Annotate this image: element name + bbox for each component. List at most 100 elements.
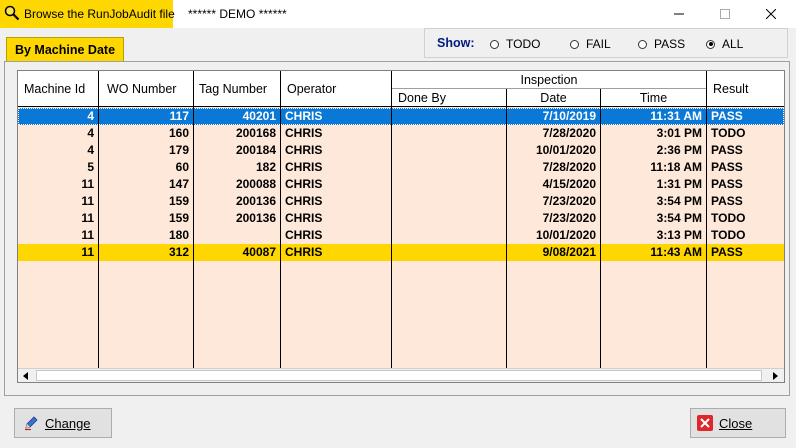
cell-wo-number: 312: [168, 245, 189, 259]
cell-result: TODO: [711, 126, 746, 140]
table-row[interactable]: 11 159 200136 CHRIS 7/23/2020 3:54 PM TODO: [18, 210, 784, 227]
table-row[interactable]: 11 312 40087 CHRIS 9/08/2021 11:43 AM PASS: [18, 244, 784, 261]
cell-result: PASS: [711, 160, 743, 174]
cell-machine-id: 11: [81, 211, 94, 225]
header-date[interactable]: Date: [507, 89, 600, 106]
cell-wo-number: 117: [169, 109, 189, 123]
cell-date: 10/01/2020: [535, 143, 596, 157]
cell-tag-number: [194, 227, 280, 244]
cell-time: 11:31 AM: [650, 109, 702, 123]
column-divider: [193, 71, 194, 369]
cell-done-by: [392, 142, 506, 159]
header-wo-number[interactable]: WO Number: [99, 71, 193, 106]
close-icon: [766, 9, 776, 19]
header-divider: [392, 88, 706, 89]
header-operator[interactable]: Operator: [281, 71, 391, 106]
cell-time: 3:01 PM: [656, 126, 702, 140]
radio-label: ALL: [722, 37, 744, 51]
cell-machine-id: 11: [81, 245, 94, 259]
table-row[interactable]: 4 117 40201 CHRIS 7/10/2019 11:31 AM PASS: [18, 108, 784, 125]
table-row[interactable]: 11 147 200088 CHRIS 4/15/2020 1:31 PM PASS: [18, 176, 784, 193]
radio-pass[interactable]: PASS: [638, 37, 685, 51]
header-bottom-line: [18, 106, 784, 107]
header-time[interactable]: Time: [601, 89, 706, 106]
cell-operator: CHRIS: [285, 126, 323, 140]
cell-operator: CHRIS: [285, 160, 323, 174]
radio-todo[interactable]: TODO: [490, 37, 540, 51]
cell-wo-number: 60: [175, 160, 189, 174]
pencil-icon: [23, 415, 39, 431]
header-inspection: Inspection: [392, 71, 706, 89]
scroll-left-button[interactable]: [18, 369, 34, 382]
close-window-button[interactable]: [748, 0, 794, 28]
table-row[interactable]: 11 180 CHRIS 10/01/2020 3:13 PM TODO: [18, 227, 784, 244]
change-label: Change: [45, 415, 91, 431]
show-label: Show:: [437, 36, 475, 50]
header-machine-id[interactable]: Machine Id: [18, 71, 98, 106]
cell-tag-number: 40087: [242, 245, 276, 259]
column-divider: [391, 71, 392, 369]
column-divider: [506, 89, 507, 369]
cell-machine-id: 4: [87, 143, 94, 157]
cell-result: TODO: [711, 211, 746, 225]
table-row[interactable]: 4 179 200184 CHRIS 10/01/2020 2:36 PM PASS: [18, 142, 784, 159]
table-row[interactable]: 4 160 200168 CHRIS 7/28/2020 3:01 PM TODO: [18, 125, 784, 142]
cell-date: 4/15/2020: [542, 177, 596, 191]
cell-operator: CHRIS: [285, 194, 323, 208]
maximize-button[interactable]: [702, 0, 748, 28]
cell-tag-number: 200168: [235, 126, 276, 140]
cell-tag-number: 200136: [235, 211, 276, 225]
maximize-icon: [720, 9, 730, 19]
cell-operator: CHRIS: [285, 211, 323, 225]
cell-tag-number: 200088: [235, 177, 276, 191]
radio-all[interactable]: ALL: [706, 37, 743, 51]
cell-result: PASS: [711, 109, 743, 123]
cell-done-by: [392, 108, 506, 125]
cell-operator: CHRIS: [285, 228, 323, 242]
radio-label: PASS: [654, 37, 686, 51]
cell-time: 3:54 PM: [656, 194, 702, 208]
radio-label: TODO: [506, 37, 541, 51]
tab-by-machine-date[interactable]: By Machine Date: [6, 37, 124, 61]
cell-time: 2:36 PM: [656, 143, 702, 157]
cell-date: 10/01/2020: [535, 228, 596, 242]
magnifier-icon: [4, 5, 20, 21]
table-row[interactable]: 11 159 200136 CHRIS 7/23/2020 3:54 PM PASS: [18, 193, 784, 210]
column-divider: [600, 89, 601, 369]
cell-machine-id: 11: [81, 194, 94, 208]
cell-operator: CHRIS: [285, 143, 323, 157]
cell-done-by: [392, 176, 506, 193]
minimize-button[interactable]: [656, 0, 702, 28]
cell-time: 11:18 AM: [650, 160, 702, 174]
data-grid[interactable]: Machine Id WO Number Tag Number Operator…: [17, 70, 785, 383]
horizontal-scrollbar[interactable]: [18, 368, 784, 382]
header-tag-number[interactable]: Tag Number: [194, 71, 280, 106]
cell-tag-number: 200136: [235, 194, 276, 208]
cell-done-by: [392, 193, 506, 210]
arrow-right-icon: [773, 372, 778, 380]
radio-fail[interactable]: FAIL: [570, 37, 611, 51]
cell-operator: CHRIS: [285, 177, 323, 191]
cell-operator: CHRIS: [285, 245, 323, 259]
scrollbar-thumb[interactable]: [36, 370, 762, 381]
cell-machine-id: 11: [81, 228, 94, 242]
cell-date: 7/28/2020: [542, 160, 596, 174]
cell-done-by: [392, 159, 506, 176]
scroll-right-button[interactable]: [768, 369, 784, 382]
header-done-by[interactable]: Done By: [392, 89, 506, 106]
cell-wo-number: 159: [168, 194, 189, 208]
radio-dot: [570, 39, 579, 49]
cell-operator: CHRIS: [285, 109, 323, 123]
change-button[interactable]: Change: [14, 408, 112, 438]
header-result[interactable]: Result: [707, 71, 784, 106]
table-row[interactable]: 5 60 182 CHRIS 7/28/2020 11:18 AM PASS: [18, 159, 784, 176]
cell-done-by: [392, 227, 506, 244]
column-divider: [706, 71, 707, 369]
cell-machine-id: 4: [87, 109, 94, 123]
cell-date: 9/08/2021: [542, 245, 596, 259]
cell-result: TODO: [711, 228, 746, 242]
close-button[interactable]: Close: [690, 408, 786, 438]
column-divider: [98, 71, 99, 369]
radio-dot: [638, 39, 647, 49]
cell-date: 7/23/2020: [542, 194, 596, 208]
